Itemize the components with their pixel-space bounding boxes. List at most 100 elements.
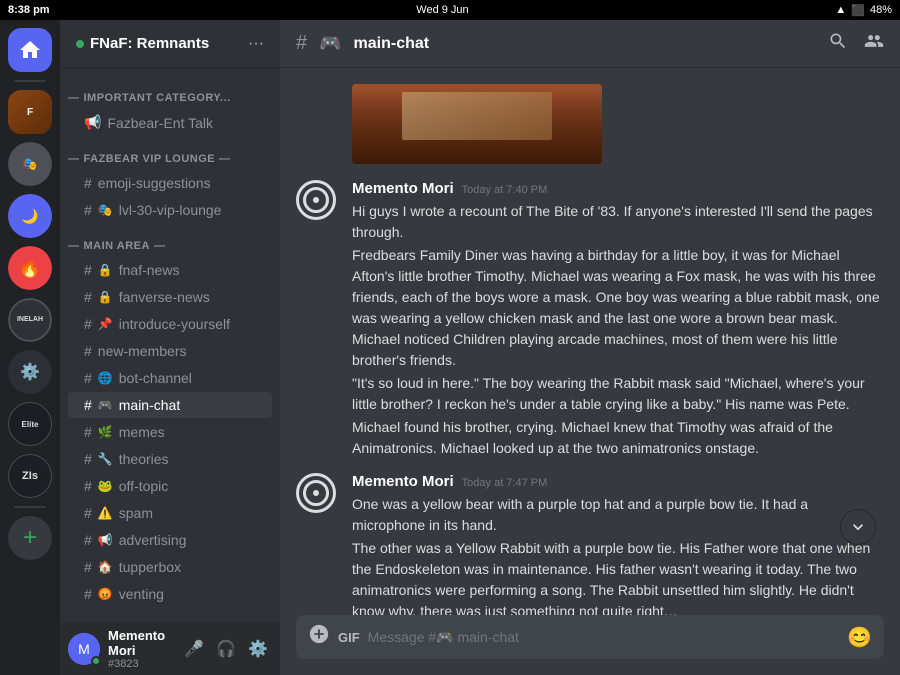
channel-main-chat[interactable]: # 🎮 main-chat: [68, 392, 272, 418]
category-label: IMPORTANT CATEGORY...: [84, 92, 231, 104]
channel-name: venting: [119, 586, 164, 602]
chat-header: # 🎮 main-chat: [280, 20, 900, 68]
online-dot: [76, 40, 84, 48]
channel-memes[interactable]: # 🌿 memes: [68, 419, 272, 445]
members-button[interactable]: [864, 31, 884, 56]
message-timestamp: Today at 7:47 PM: [462, 477, 548, 489]
channel-new-members[interactable]: # new-members: [68, 338, 272, 364]
channel-header-icon: 🎮: [319, 33, 341, 54]
add-server-button[interactable]: +: [8, 516, 52, 560]
pin-icon: 📌: [98, 317, 113, 331]
channel-hash-icon: #: [84, 343, 92, 359]
channel-fnaf-news[interactable]: # 🔒 fnaf-news: [68, 257, 272, 283]
add-attachment-button[interactable]: [308, 623, 330, 651]
channel-hash-icon: #: [84, 586, 92, 602]
user-area: M Memento Mori #3823 🎤 🎧 ⚙️: [60, 623, 280, 675]
server-divider: [14, 80, 46, 82]
channel-name: bot-channel: [119, 370, 192, 386]
lock-icon: 🔒: [98, 263, 113, 277]
channel-tupperbox[interactable]: # 🏠 tupperbox: [68, 554, 272, 580]
server-icon-inela[interactable]: INELAH: [8, 298, 52, 342]
spiral-dot: [313, 490, 319, 496]
server-name-text: FNaF: Remnants: [90, 35, 209, 52]
message-group-1: Memento Mori Today at 7:40 PM Hi guys I …: [280, 176, 900, 465]
message-input[interactable]: [368, 619, 839, 655]
lock-icon: 🔒: [98, 290, 113, 304]
channel-advertising[interactable]: # 📢 advertising: [68, 527, 272, 553]
channel-name: memes: [119, 424, 165, 440]
channel-theories[interactable]: # 🔧 theories: [68, 446, 272, 472]
angry-icon: 😡: [98, 587, 113, 601]
avatar-initial: M: [78, 641, 90, 657]
spiral-inner: [303, 187, 329, 213]
battery-percent: 48%: [870, 4, 892, 16]
category-chevron: —: [68, 153, 80, 165]
house-icon: 🏠: [98, 560, 113, 574]
gif-button[interactable]: GIF: [338, 630, 360, 645]
channel-hash-icon: #: [84, 424, 92, 440]
search-button[interactable]: [828, 31, 848, 56]
user-avatar: M: [68, 633, 100, 665]
category-dash: —: [219, 153, 231, 165]
server-icon-3[interactable]: 🌙: [8, 194, 52, 238]
scroll-to-bottom-button[interactable]: [840, 509, 876, 545]
message-paragraph: Hi guys I wrote a recount of The Bite of…: [352, 201, 884, 243]
channel-venting[interactable]: # 😡 venting: [68, 581, 272, 607]
server-menu-icon[interactable]: ···: [248, 35, 264, 53]
settings-button[interactable]: ⚙️: [244, 635, 272, 663]
frog-icon: 🐸: [98, 479, 113, 493]
server-list: F 🎭 🌙 🔥 6 INELAH ⚙️: [0, 20, 60, 675]
user-controls: 🎤 🎧 ⚙️: [180, 635, 272, 663]
message-content: Memento Mori Today at 7:47 PM One was a …: [352, 473, 884, 615]
server-icon-zls[interactable]: ZIs: [8, 454, 52, 498]
message-header: Memento Mori Today at 7:40 PM: [352, 180, 884, 197]
server-icon-1[interactable]: F: [8, 90, 52, 134]
server-icon-2[interactable]: 🎭: [8, 142, 52, 186]
server-icon-home[interactable]: [8, 28, 52, 72]
channel-vip-lounge[interactable]: # 🎭 lvl-30-vip-lounge: [68, 197, 272, 223]
channel-name: main-chat: [119, 397, 180, 413]
channel-fanverse-news[interactable]: # 🔒 fanverse-news: [68, 284, 272, 310]
channel-name: theories: [119, 451, 169, 467]
channel-header-name: main-chat: [354, 35, 430, 53]
channel-name: tupperbox: [119, 559, 181, 575]
message-author: Memento Mori: [352, 180, 454, 197]
channel-fazbear-talk[interactable]: 📢 Fazbear-Ent Talk: [68, 109, 272, 136]
category-chevron: —: [68, 240, 80, 252]
headphones-button[interactable]: 🎧: [212, 635, 240, 663]
warning-icon: ⚠️: [98, 506, 113, 520]
server-icon-6[interactable]: ⚙️: [8, 350, 52, 394]
avatar-col: [296, 180, 336, 461]
server-name-header[interactable]: FNaF: Remnants ···: [60, 20, 280, 68]
mic-button[interactable]: 🎤: [180, 635, 208, 663]
channel-introduce-yourself[interactable]: # 📌 introduce-yourself: [68, 311, 272, 337]
server-icon-4[interactable]: 🔥 6: [8, 246, 52, 290]
category-main: — MAIN AREA —: [60, 224, 280, 256]
emoji-picker-button[interactable]: 😊: [847, 625, 872, 650]
user-info: Memento Mori #3823: [108, 628, 172, 670]
channel-hash: #: [296, 32, 307, 55]
category-important: — IMPORTANT CATEGORY...: [60, 76, 280, 108]
status-right: ▲ ⬛ 48%: [835, 4, 892, 17]
server-name: FNaF: Remnants: [76, 35, 209, 52]
channel-name: introduce-yourself: [119, 316, 230, 332]
message-timestamp: Today at 7:40 PM: [462, 184, 548, 196]
server-icon-elite[interactable]: Elite: [8, 402, 52, 446]
channel-hash-icon: #: [84, 370, 92, 386]
user-tag: #3823: [108, 658, 172, 670]
globe-icon: 🌐: [98, 371, 113, 385]
channel-off-topic[interactable]: # 🐸 off-topic: [68, 473, 272, 499]
app-layout: F 🎭 🌙 🔥 6 INELAH ⚙️: [0, 20, 900, 675]
message-input-container: GIF 😊: [296, 615, 884, 659]
spiral-inner: [303, 480, 329, 506]
channel-name: fanverse-news: [119, 289, 210, 305]
channel-spam[interactable]: # ⚠️ spam: [68, 500, 272, 526]
channel-hash-icon: #: [84, 505, 92, 521]
channel-emoji-suggestions[interactable]: # emoji-suggestions: [68, 170, 272, 196]
message-text: One was a yellow bear with a purple top …: [352, 494, 884, 615]
category-vip: — FAZBEAR VIP LOUNGE —: [60, 137, 280, 169]
message-image: [352, 84, 602, 164]
message-paragraph: "It's so loud in here." The boy wearing …: [352, 373, 884, 415]
channel-bot-channel[interactable]: # 🌐 bot-channel: [68, 365, 272, 391]
server-divider-2: [14, 506, 46, 508]
